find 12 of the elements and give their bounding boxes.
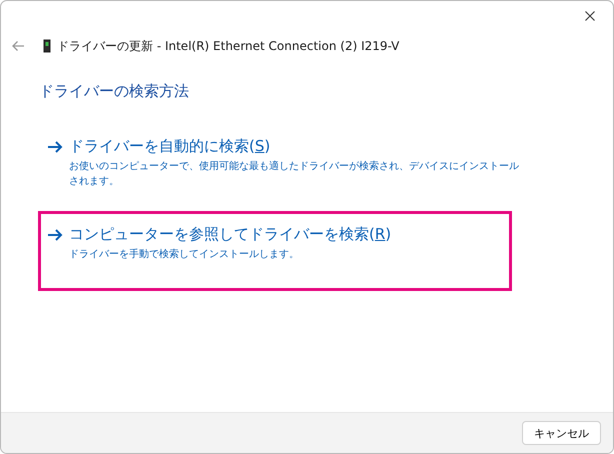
arrow-icon	[47, 141, 63, 153]
arrow-icon	[47, 229, 63, 241]
back-arrow-icon[interactable]	[11, 40, 25, 52]
option-link[interactable]: ドライバーを自動的に検索(S)	[69, 137, 270, 155]
network-adapter-icon	[43, 39, 51, 53]
option-description: お使いのコンピューターで、使用可能な最も適したドライバーが検索され、デバイスにインストールされます。	[69, 160, 520, 189]
window-title: ドライバーの更新 - Intel(R) Ethernet Connection (2) I219-V	[57, 38, 400, 54]
option-description: ドライバーを手動で検索してインストールします。	[69, 248, 300, 262]
cancel-button[interactable]: キャンセル	[522, 421, 601, 445]
close-icon	[585, 11, 595, 21]
option-link[interactable]: コンピューターを参照してドライバーを検索(R)	[69, 225, 392, 243]
page-heading: ドライバーの検索方法	[39, 82, 190, 101]
